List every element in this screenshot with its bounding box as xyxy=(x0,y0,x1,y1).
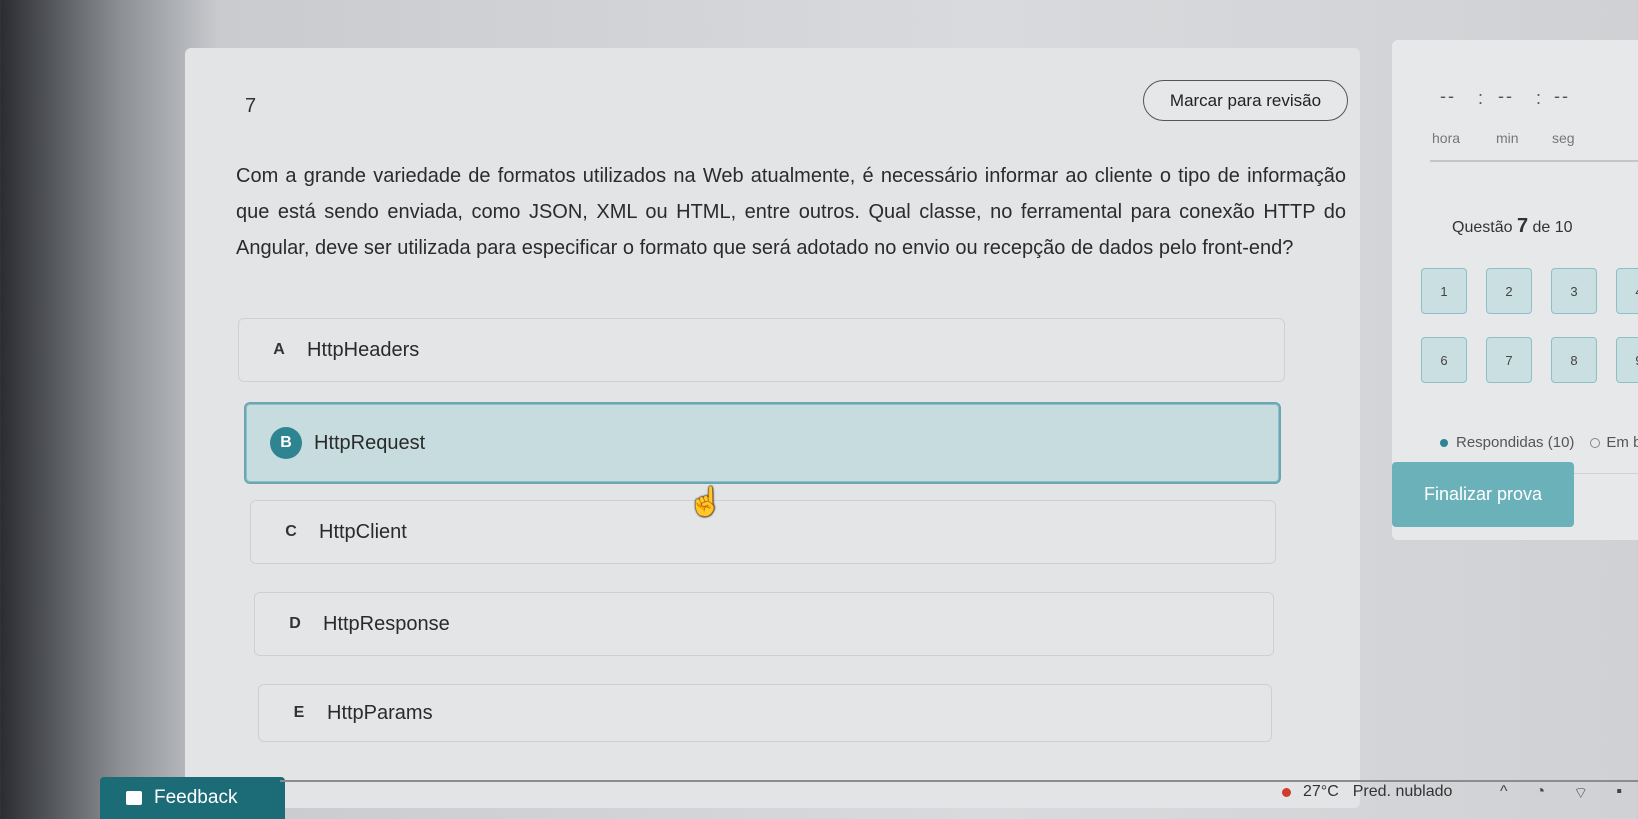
option-letter: B xyxy=(270,427,302,459)
timer-minutes: -- xyxy=(1498,86,1514,106)
option-letter: A xyxy=(273,341,285,358)
weather-temperature: 27°C xyxy=(1303,783,1339,800)
question-counter-prefix: Questão xyxy=(1452,219,1513,236)
divider xyxy=(1430,160,1638,162)
chevron-up-icon[interactable]: ^ xyxy=(1500,783,1508,803)
question-text: Com a grande variedade de formatos utili… xyxy=(236,165,1346,259)
legend: Respondidas (10) Em b xyxy=(1440,434,1638,451)
option-letter: D xyxy=(289,615,301,632)
timer-seconds: -- xyxy=(1554,86,1570,106)
option-e[interactable]: E HttpParams xyxy=(258,684,1272,742)
nav-question-9[interactable]: 9 xyxy=(1616,337,1638,383)
weather-text: Pred. nublado xyxy=(1352,783,1453,800)
finish-exam-button[interactable]: Finalizar prova xyxy=(1392,462,1574,527)
feedback-button[interactable]: Feedback xyxy=(100,777,285,819)
option-letter: C xyxy=(285,523,297,540)
timer-separator: : xyxy=(1478,88,1484,108)
nav-question-6[interactable]: 6 xyxy=(1421,337,1467,383)
timer-hours-label: hora xyxy=(1432,130,1461,146)
option-text: HttpParams xyxy=(327,701,433,724)
option-b[interactable]: B HttpRequest xyxy=(244,402,1281,484)
nav-question-2[interactable]: 2 xyxy=(1486,268,1532,314)
timer: -- : -- : -- hora min seg xyxy=(1432,86,1638,146)
in-progress-dot-icon xyxy=(1590,437,1601,448)
nav-question-1[interactable]: 1 xyxy=(1421,268,1467,314)
gauge-icon[interactable]: ◔ xyxy=(1536,783,1546,803)
question-counter-suffix: de 10 xyxy=(1532,219,1573,236)
nav-question-4[interactable]: 4 xyxy=(1616,268,1638,314)
system-tray: ^ ◔ ⌔ ▪ xyxy=(1500,783,1622,803)
timer-separator: : xyxy=(1536,88,1542,108)
nav-question-7[interactable]: 7 xyxy=(1486,337,1532,383)
weather-alert-icon xyxy=(1282,787,1291,797)
option-a[interactable]: A HttpHeaders xyxy=(238,318,1285,382)
question-counter-current: 7 xyxy=(1516,215,1529,237)
option-letter: E xyxy=(293,704,305,721)
question-counter: Questão 7 de 10 xyxy=(1452,215,1573,238)
option-text: HttpRequest xyxy=(314,431,426,454)
mark-for-review-button[interactable]: Marcar para revisão xyxy=(1143,80,1348,121)
chat-icon xyxy=(126,791,142,805)
option-c[interactable]: C HttpClient xyxy=(250,500,1276,564)
option-text: HttpClient xyxy=(319,520,407,543)
feedback-label: Feedback xyxy=(154,787,238,808)
wifi-icon[interactable]: ⌔ xyxy=(1573,783,1588,803)
question-number: 7 xyxy=(245,95,257,117)
answered-dot-icon xyxy=(1440,438,1448,447)
nav-question-3[interactable]: 3 xyxy=(1551,268,1597,314)
hand-pointer-icon: ☝ xyxy=(688,486,723,517)
taskbar-border xyxy=(280,780,1638,782)
legend-answered: Respondidas (10) xyxy=(1456,434,1575,451)
legend-in-progress: Em b xyxy=(1606,434,1638,451)
option-text: HttpHeaders xyxy=(307,338,420,361)
timer-seconds-label: seg xyxy=(1552,130,1575,146)
weather-widget[interactable]: 27°C Pred. nublado xyxy=(1282,783,1452,801)
option-d[interactable]: D HttpResponse xyxy=(254,592,1274,656)
battery-icon[interactable]: ▪ xyxy=(1616,783,1622,803)
timer-minutes-label: min xyxy=(1496,130,1519,146)
option-text: HttpResponse xyxy=(323,612,450,635)
nav-question-8[interactable]: 8 xyxy=(1551,337,1597,383)
timer-hours: -- xyxy=(1440,86,1456,106)
